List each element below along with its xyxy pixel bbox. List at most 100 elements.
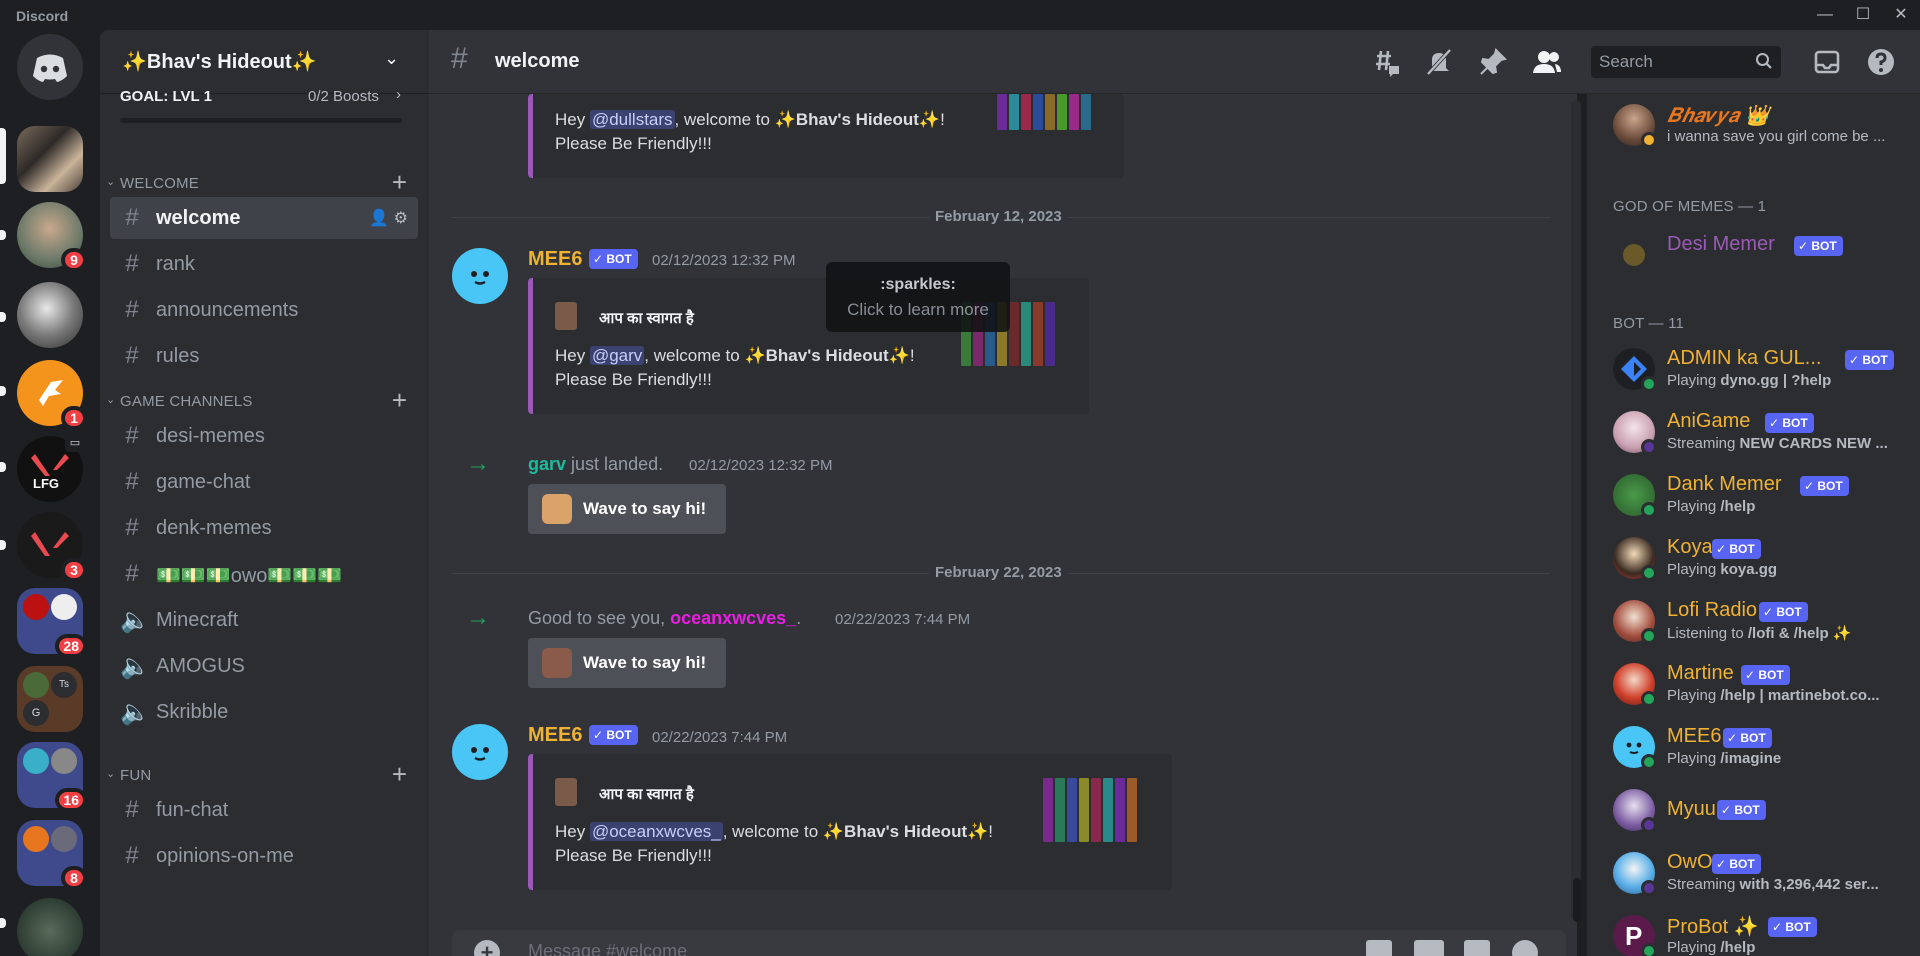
channel-minecraft[interactable]: 🔈 Minecraft: [110, 599, 418, 641]
tooltip-subtitle[interactable]: Click to learn more: [826, 300, 1010, 320]
channel-opinions-on-me[interactable]: # opinions-on-me: [110, 835, 418, 877]
scrollbar-thumb[interactable]: [1573, 878, 1581, 922]
user-mention[interactable]: @garv: [589, 346, 645, 365]
server-bhavs-hideout[interactable]: [17, 126, 83, 192]
hashtag-icon: #: [125, 250, 139, 277]
gif-icon[interactable]: [1414, 940, 1444, 956]
invite-icon[interactable]: 👤: [369, 210, 389, 227]
create-channel-button[interactable]: +: [392, 759, 407, 790]
avatar[interactable]: [452, 248, 508, 304]
avatar[interactable]: [452, 724, 508, 780]
server-11[interactable]: [17, 898, 83, 956]
member-activity: Listening to /lofi & /help ✨: [1667, 625, 1852, 642]
member-name: Myuu: [1667, 798, 1716, 820]
member-name: ProBot ✨: [1667, 916, 1759, 938]
server-4[interactable]: 1: [17, 360, 87, 430]
channel-label: desi-memes: [156, 425, 265, 447]
member-koya[interactable]: Koya ✓ BOT Playing koya.gg: [1595, 527, 1913, 585]
server-2[interactable]: 9: [17, 202, 87, 272]
category-fun[interactable]: ⌄ FUN +: [100, 759, 429, 789]
channel-rank[interactable]: # rank: [110, 243, 418, 285]
embed-thumbnail[interactable]: [997, 94, 1091, 130]
scrollbar-track[interactable]: [1571, 100, 1581, 920]
member-dank-memer[interactable]: Dank Memer ✓ BOT Playing /help: [1595, 464, 1913, 522]
channel-owo[interactable]: # 💵💵💵owo💵💵💵: [110, 553, 418, 595]
hashtag-icon: #: [125, 468, 139, 495]
search-box[interactable]: [1591, 46, 1781, 78]
inbox-icon[interactable]: [1811, 46, 1843, 78]
create-channel-button[interactable]: +: [392, 385, 407, 416]
channel-rules[interactable]: # rules: [110, 335, 418, 377]
server-folder-10[interactable]: 8: [17, 820, 87, 890]
member-owo[interactable]: OwO ✓ BOT Streaming with 3,296,442 ser..…: [1595, 842, 1913, 900]
channel-fun-chat[interactable]: # fun-chat: [110, 789, 418, 831]
gift-icon[interactable]: [1366, 940, 1392, 956]
message-author[interactable]: MEE6: [528, 724, 582, 747]
emoji-tooltip: :sparkles: Click to learn more: [826, 262, 1010, 332]
add-attachment-icon[interactable]: +: [474, 940, 500, 956]
embed-thumbnail[interactable]: [1043, 778, 1137, 842]
wave-button[interactable]: Wave to say hi!: [528, 638, 726, 688]
channel-skribble[interactable]: 🔈 Skribble: [110, 691, 418, 733]
member-myuu[interactable]: Myuu ✓ BOT: [1595, 779, 1913, 837]
joined-user[interactable]: garv: [528, 454, 566, 474]
channel-desi-memes[interactable]: # desi-memes: [110, 415, 418, 457]
emoji-icon[interactable]: [1512, 940, 1538, 956]
member-desi-memer[interactable]: Desi Memer ✓ BOT: [1595, 224, 1913, 282]
server-rail: 9 1 LFG ▭ 3 28 Ts G 16 8: [0, 30, 100, 956]
hashtag-icon: #: [125, 296, 139, 323]
category-welcome[interactable]: ⌄ WELCOME +: [100, 167, 429, 197]
member-bhavya[interactable]: 𝑩𝒉𝒂𝒗𝒚𝒂 👑 i wanna save you girl come be .…: [1595, 94, 1913, 152]
close-window-button[interactable]: ✕: [1886, 4, 1916, 26]
timestamp: 02/22/2023 7:44 PM: [835, 611, 971, 628]
joined-user[interactable]: oceanxwcves_: [670, 608, 796, 628]
hashtag-icon: #: [125, 422, 139, 449]
channel-welcome[interactable]: # welcome 👤 ⚙: [110, 197, 418, 239]
hashtag-icon: #: [125, 796, 139, 823]
speaker-icon: 🔈: [120, 699, 150, 726]
member-list-icon[interactable]: [1531, 46, 1563, 78]
threads-icon[interactable]: [1369, 46, 1401, 78]
mute-notifications-icon[interactable]: [1423, 46, 1455, 78]
create-channel-button[interactable]: +: [392, 167, 407, 198]
member-mee6[interactable]: MEE6 ✓ BOT Playing /imagine: [1595, 716, 1913, 774]
pin-icon[interactable]: [1477, 46, 1509, 78]
gear-icon[interactable]: ⚙: [394, 210, 408, 227]
chevron-down-icon: ⌄: [384, 48, 400, 68]
server-folder-9[interactable]: 16: [17, 742, 87, 812]
unread-indicator: [0, 540, 6, 550]
message-input[interactable]: [528, 936, 1228, 956]
home-button[interactable]: [17, 34, 83, 100]
category-game-channels[interactable]: ⌄ GAME CHANNELS +: [100, 385, 429, 415]
system-message: Good to see you, oceanxwcves_.: [528, 608, 802, 628]
member-lofi-radio[interactable]: Lofi Radio ✓ BOT Listening to /lofi & /h…: [1595, 590, 1913, 648]
status-idle-icon: [1641, 132, 1657, 148]
member-probot[interactable]: P ProBot ✨ ✓ BOT Playing /help: [1595, 905, 1913, 956]
minimize-button[interactable]: —: [1810, 4, 1840, 26]
member-activity: Playing koya.gg: [1667, 561, 1778, 578]
server-3[interactable]: [17, 282, 83, 348]
help-icon[interactable]: [1865, 46, 1897, 78]
guild-header[interactable]: ✨Bhav's Hideout✨ ⌄: [100, 30, 429, 94]
server-folder-7[interactable]: 28: [17, 588, 87, 658]
server-folder-8[interactable]: Ts G: [17, 666, 83, 732]
member-anigame[interactable]: AniGame ✓ BOT Streaming NEW CARDS NEW ..…: [1595, 401, 1913, 459]
channel-denk-memes[interactable]: # denk-memes: [110, 507, 418, 549]
maximize-button[interactable]: ☐: [1848, 4, 1878, 26]
user-mention[interactable]: @oceanxwcves_: [589, 822, 723, 841]
member-admin-ka-gul[interactable]: ADMIN ka GUL... ✓ BOT Playing dyno.gg | …: [1595, 338, 1913, 396]
wave-button[interactable]: Wave to say hi!: [528, 484, 726, 534]
channel-game-chat[interactable]: # game-chat: [110, 461, 418, 503]
channel-amogus[interactable]: 🔈 AMOGUS: [110, 645, 418, 687]
sticker-icon[interactable]: [1464, 940, 1490, 956]
search-input[interactable]: [1599, 50, 1749, 74]
message-author[interactable]: MEE6: [528, 248, 582, 271]
member-martine[interactable]: Martine ✓ BOT Playing /help | martinebot…: [1595, 653, 1913, 711]
member-name: ADMIN ka GUL...: [1667, 347, 1822, 369]
user-mention[interactable]: @dullstars: [589, 110, 675, 129]
server-lfg[interactable]: LFG ▭: [17, 434, 85, 502]
mini-server-icon: [23, 826, 49, 852]
server-6[interactable]: 3: [17, 512, 87, 582]
wave-sticker-icon: [542, 648, 572, 678]
channel-announcements[interactable]: # announcements: [110, 289, 418, 331]
